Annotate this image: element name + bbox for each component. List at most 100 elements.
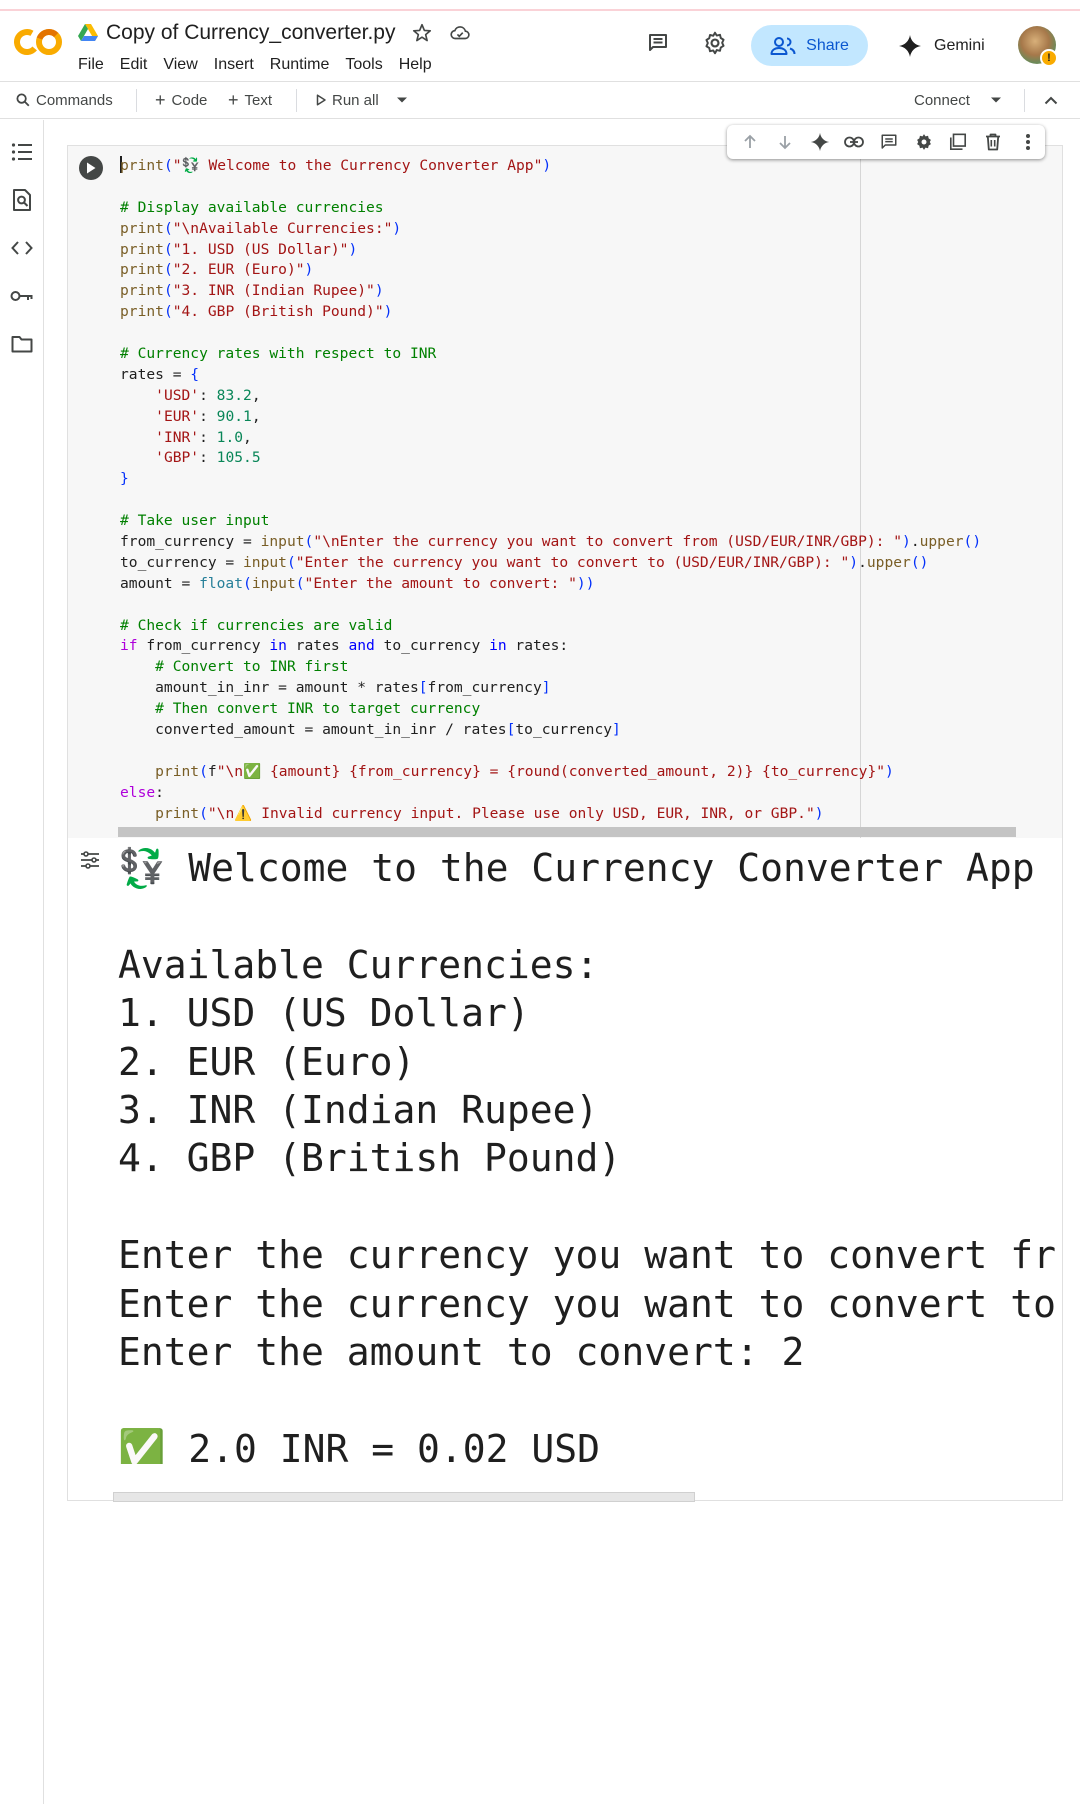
menu-edit[interactable]: Edit [120, 54, 157, 76]
gemini-cell-button[interactable] [802, 127, 837, 157]
code-line[interactable]: 'INR': 1.0, [120, 428, 981, 449]
cloud-icon[interactable] [449, 22, 471, 44]
connect-options-dropdown[interactable] [990, 82, 1002, 118]
connect-button[interactable]: Connect [914, 82, 970, 118]
add-code-button[interactable]: + Code [155, 82, 207, 118]
code-line[interactable]: # Convert to INR first [120, 657, 981, 678]
code-line[interactable]: print("💱 Welcome to the Currency Convert… [120, 156, 981, 177]
code-line[interactable]: print(f"\n✅ {amount} {from_currency} = {… [120, 762, 981, 783]
comment-icon [881, 134, 897, 149]
move-up-icon [744, 134, 756, 148]
comments-button[interactable] [638, 23, 678, 63]
horizontal-scrollbar[interactable] [118, 827, 1016, 837]
toolbar-divider [1024, 89, 1025, 112]
code-line[interactable]: 'EUR': 90.1, [120, 407, 981, 428]
code-line[interactable] [120, 490, 981, 511]
files-button[interactable] [10, 332, 34, 356]
code-line[interactable]: } [120, 469, 981, 490]
add-comment-button[interactable] [872, 127, 907, 157]
run-all-button[interactable]: Run all [316, 82, 379, 118]
left-rail [0, 120, 44, 1804]
text-label: Text [244, 91, 273, 109]
gemini-button[interactable]: Gemini [890, 25, 993, 66]
code-line[interactable]: print("\nAvailable Currencies:") [120, 219, 981, 240]
code-snippets-icon [11, 241, 33, 255]
delete-cell-button[interactable] [976, 127, 1011, 157]
mirror-cell-button[interactable] [941, 127, 976, 157]
cell-settings-button[interactable] [906, 127, 941, 157]
settings-button[interactable] [695, 23, 735, 63]
code-line[interactable]: to_currency = input("Enter the currency … [120, 553, 981, 574]
output-horizontal-scrollbar[interactable] [113, 1492, 695, 1502]
code-line[interactable]: amount = float(input("Enter the amount t… [120, 574, 981, 595]
output-line: Enter the currency you want to convert t… [118, 1281, 1056, 1326]
run-options-dropdown[interactable] [396, 82, 408, 118]
share-button[interactable]: Share [751, 25, 868, 66]
plus-icon: + [228, 89, 239, 110]
code-line[interactable] [120, 323, 981, 344]
code-line[interactable]: # Check if currencies are valid [120, 616, 981, 637]
code-line[interactable]: print("\n⚠️ Invalid currency input. Plea… [120, 804, 981, 825]
caret-down-icon [991, 97, 1001, 103]
doc-title[interactable]: Copy of Currency_converter.py [106, 21, 395, 45]
drive-icon[interactable] [78, 24, 98, 42]
code-cell[interactable]: print("💱 Welcome to the Currency Convert… [67, 145, 1063, 1502]
code-line[interactable]: from_currency = input("\nEnter the curre… [120, 532, 981, 553]
output-line: 3. INR (Indian Rupee) [118, 1088, 599, 1133]
menu-tools[interactable]: Tools [345, 54, 391, 76]
secrets-key-icon [10, 291, 33, 301]
output-actions-icon[interactable] [78, 848, 102, 872]
secrets-button[interactable] [10, 284, 34, 308]
connect-label: Connect [914, 91, 970, 109]
toolbar-divider [136, 89, 137, 112]
output-line: Available Currencies: [118, 942, 599, 987]
menu-file[interactable]: File [78, 54, 113, 76]
code-line[interactable]: # Currency rates with respect to INR [120, 344, 981, 365]
colab-logo[interactable] [14, 27, 62, 57]
code-line[interactable]: print("1. USD (US Dollar)") [120, 240, 981, 261]
menu-insert[interactable]: Insert [214, 54, 263, 76]
find-icon [13, 189, 31, 211]
search-icon [16, 93, 30, 107]
settings-icon [705, 31, 725, 55]
header: Copy of Currency_converter.py File Edit … [0, 13, 1080, 80]
copy-link-button[interactable] [837, 127, 872, 157]
move-cell-up-button[interactable] [733, 127, 768, 157]
code-line[interactable]: # Then convert INR to target currency [120, 699, 981, 720]
code-line[interactable]: # Display available currencies [120, 198, 981, 219]
add-text-button[interactable]: + Text [228, 82, 272, 118]
code-line[interactable] [120, 177, 981, 198]
code-line[interactable] [120, 741, 981, 762]
more-icon [1025, 134, 1030, 150]
code-line[interactable]: 'USD': 83.2, [120, 386, 981, 407]
code-line[interactable]: converted_amount = amount_in_inr / rates… [120, 720, 981, 741]
code-line[interactable]: print("3. INR (Indian Rupee)") [120, 281, 981, 302]
menu-help[interactable]: Help [399, 54, 441, 76]
code-line[interactable]: # Take user input [120, 511, 981, 532]
code-text[interactable]: print("💱 Welcome to the Currency Convert… [120, 156, 981, 825]
more-actions-button[interactable] [1010, 127, 1045, 157]
find-replace-button[interactable] [10, 188, 34, 212]
code-editor[interactable]: print("💱 Welcome to the Currency Convert… [68, 146, 1062, 838]
code-line[interactable]: else: [120, 783, 981, 804]
run-cell-button[interactable] [79, 156, 103, 180]
output-line: ✅ 2.0 INR = 0.02 USD [118, 1426, 600, 1464]
code-line[interactable]: print("2. EUR (Euro)") [120, 260, 981, 281]
code-snippets-button[interactable] [10, 236, 34, 260]
table-of-contents-button[interactable] [10, 140, 34, 164]
code-line[interactable]: print("4. GBP (British Pound)") [120, 302, 981, 323]
code-line[interactable] [120, 595, 981, 616]
output-line: Enter the currency you want to convert f… [118, 1233, 1056, 1278]
move-cell-down-button[interactable] [768, 127, 803, 157]
code-line[interactable]: if from_currency in rates and to_currenc… [120, 636, 981, 657]
commands-label: Commands [36, 91, 113, 109]
code-line[interactable]: 'GBP': 105.5 [120, 448, 981, 469]
code-line[interactable]: rates = { [120, 365, 981, 386]
menu-view[interactable]: View [163, 54, 206, 76]
code-line[interactable]: amount_in_inr = amount * rates[from_curr… [120, 678, 981, 699]
star-icon[interactable] [411, 22, 433, 44]
commands-button[interactable]: Commands [16, 82, 113, 118]
collapse-header-button[interactable] [1044, 82, 1058, 118]
menu-runtime[interactable]: Runtime [270, 54, 339, 76]
